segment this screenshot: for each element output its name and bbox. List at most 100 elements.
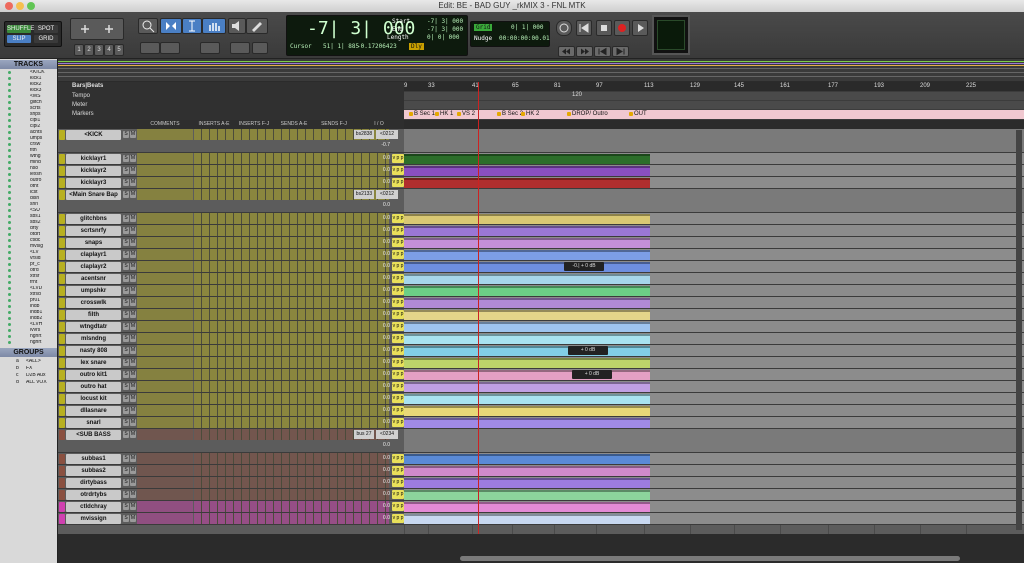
- show-hide-icon[interactable]: [8, 191, 11, 194]
- track-name[interactable]: outro kit1: [66, 370, 121, 380]
- tracks-list-item[interactable]: scrts: [0, 106, 57, 111]
- audio-clip[interactable]: [404, 286, 650, 296]
- voice-button[interactable]: v p p: [392, 214, 404, 223]
- audio-clip[interactable]: [404, 394, 650, 404]
- track-output[interactable]: <0212: [376, 190, 398, 199]
- slip-mode-button[interactable]: SLIP: [7, 35, 31, 43]
- show-hide-icon[interactable]: [8, 203, 11, 206]
- insert-slots[interactable]: [194, 273, 389, 284]
- track-name[interactable]: <KICK: [66, 130, 121, 140]
- marker[interactable]: HK 2: [520, 110, 539, 119]
- zoom-controls[interactable]: [70, 18, 124, 40]
- solo-button[interactable]: S: [123, 311, 129, 318]
- track-name[interactable]: filth: [66, 310, 121, 320]
- ruler-bars-beats[interactable]: Bars|Beats: [72, 82, 103, 91]
- dly-toggle[interactable]: Dly: [409, 43, 424, 50]
- folder-track[interactable]: <Main Snare Bap S Mbs2133 <0212 0.0: [58, 189, 1024, 213]
- track-comment[interactable]: [137, 393, 193, 404]
- timeline-ruler[interactable]: 120 9 33 41 65 81 97 113 129 145 161 177 193 209 225 …: [404, 82, 1024, 120]
- insert-slots[interactable]: [194, 213, 389, 224]
- audio-clip[interactable]: [404, 406, 650, 416]
- solo-button[interactable]: S: [123, 167, 129, 174]
- track-lane[interactable]: [404, 513, 1024, 524]
- solo-button[interactable]: S: [123, 515, 129, 522]
- insert-slots[interactable]: [194, 309, 389, 320]
- voice-button[interactable]: v p p: [392, 502, 404, 511]
- tracks-list-item[interactable]: drty: [0, 226, 57, 231]
- track-name[interactable]: scrtsnrfy: [66, 226, 121, 236]
- tracks-list-item[interactable]: lvvrs: [0, 328, 57, 333]
- shuffle-mode-button[interactable]: SHUFFLE: [7, 25, 34, 33]
- track-comment[interactable]: [137, 405, 193, 416]
- mute-button[interactable]: M: [130, 395, 136, 402]
- audio-clip[interactable]: [404, 502, 650, 512]
- track-input[interactable]: bus 27: [354, 430, 374, 439]
- track-name[interactable]: <SUB BASS: [66, 430, 121, 440]
- insert-slots[interactable]: [194, 369, 389, 380]
- solo-button[interactable]: S: [123, 503, 129, 510]
- show-hide-icon[interactable]: [8, 215, 11, 218]
- audio-track[interactable]: otrdrtybs S M 0.0 v p p: [58, 489, 1024, 501]
- nudge-value[interactable]: 00:00:00:00.01: [499, 35, 550, 42]
- track-lane[interactable]: [404, 153, 1024, 164]
- track-comment[interactable]: [137, 213, 193, 224]
- tracks-list-item[interactable]: kick1: [0, 76, 57, 81]
- audio-track[interactable]: snaps S M 0.0 v p p: [58, 237, 1024, 249]
- track-output[interactable]: <0234: [376, 430, 398, 439]
- voice-button[interactable]: v p p: [392, 226, 404, 235]
- audio-clip[interactable]: [404, 250, 650, 260]
- track-comment[interactable]: [137, 249, 193, 260]
- mute-button[interactable]: M: [130, 479, 136, 486]
- track-name[interactable]: lex snare: [66, 358, 121, 368]
- mute-button[interactable]: M: [130, 131, 136, 138]
- marker[interactable]: B Sec 2: [496, 110, 523, 119]
- track-comment[interactable]: [137, 465, 193, 476]
- folder-track[interactable]: <KICK S Mbs2838 <0212 -0.7: [58, 129, 1024, 153]
- track-comment[interactable]: [137, 453, 193, 464]
- audio-track[interactable]: kicklayr2 S M 0.0 v p p: [58, 165, 1024, 177]
- marker[interactable]: OUT: [628, 110, 647, 119]
- clip-gain-badge[interactable]: + 0 dB: [572, 370, 612, 379]
- track-input[interactable]: bs2133: [354, 190, 374, 199]
- track-lane[interactable]: [404, 417, 1024, 428]
- solo-button[interactable]: S: [123, 419, 129, 426]
- solo-button[interactable]: S: [123, 431, 129, 438]
- audio-track[interactable]: outro hat S M 0.0 v p p: [58, 381, 1024, 393]
- track-comment[interactable]: [137, 297, 193, 308]
- voice-button[interactable]: v p p: [392, 346, 404, 355]
- show-hide-icon[interactable]: [8, 317, 11, 320]
- fast-forward-button[interactable]: [576, 46, 593, 57]
- track-name[interactable]: kicklayr3: [66, 178, 121, 188]
- mute-button[interactable]: M: [130, 503, 136, 510]
- selector-tool-button[interactable]: [182, 18, 202, 34]
- folder-lane[interactable]: [404, 189, 1024, 212]
- voice-button[interactable]: v p p: [392, 238, 404, 247]
- tracks-list-item[interactable]: otht: [0, 184, 57, 189]
- solo-button[interactable]: S: [123, 131, 129, 138]
- show-hide-icon[interactable]: [8, 101, 11, 104]
- tracks-list-item[interactable]: umps: [0, 136, 57, 141]
- audio-track[interactable]: mvissign S M 0.0 v p p: [58, 513, 1024, 525]
- show-hide-icon[interactable]: [8, 179, 11, 182]
- group-item[interactable]: a <ALL>: [0, 359, 57, 364]
- solo-button[interactable]: S: [123, 455, 129, 462]
- audio-track[interactable]: lex snare S M 0.0 v p p: [58, 357, 1024, 369]
- track-lane[interactable]: [404, 297, 1024, 308]
- ruler-tempo[interactable]: Tempo: [72, 92, 90, 101]
- group-item[interactable]: b FX: [0, 366, 57, 371]
- tracks-list-item[interactable]: outro: [0, 178, 57, 183]
- mute-button[interactable]: M: [130, 347, 136, 354]
- show-hide-icon[interactable]: [8, 251, 11, 254]
- tracks-list-item[interactable]: pr01: [0, 298, 57, 303]
- tracks-list-item[interactable]: lcst: [0, 190, 57, 195]
- track-name[interactable]: snaps: [66, 238, 121, 248]
- show-hide-icon[interactable]: [8, 323, 11, 326]
- vertical-scrollbar[interactable]: [1016, 130, 1022, 530]
- tracks-list-item[interactable]: hghrt: [0, 334, 57, 339]
- track-name[interactable]: <Main Snare Bap: [66, 190, 121, 200]
- folder-lane[interactable]: [404, 429, 1024, 452]
- solo-button[interactable]: S: [123, 155, 129, 162]
- audio-track[interactable]: kicklayr3 S M 0.0 v p p: [58, 177, 1024, 189]
- track-lane[interactable]: [404, 165, 1024, 176]
- track-comment[interactable]: [137, 513, 193, 524]
